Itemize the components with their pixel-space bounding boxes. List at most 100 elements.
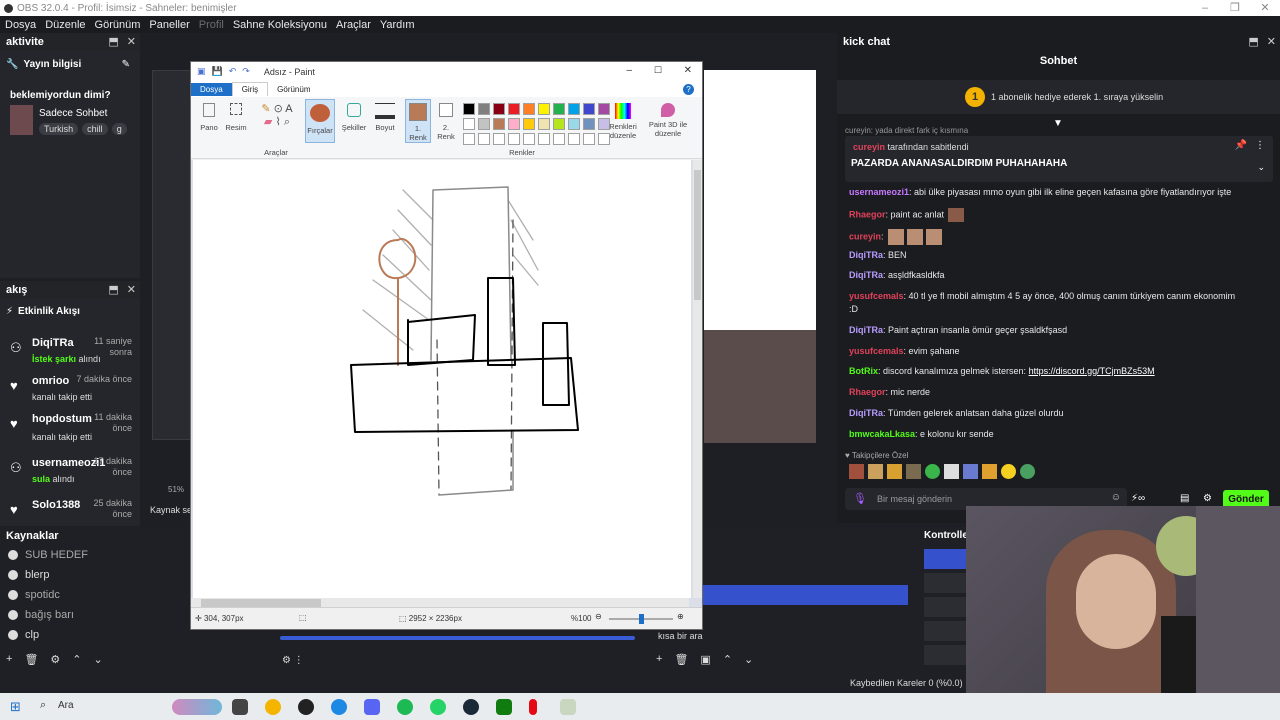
empty-swatch[interactable] — [508, 133, 520, 145]
menu-yardim[interactable]: Yardım — [380, 19, 415, 31]
widget-icon[interactable] — [172, 699, 222, 715]
microphone-icon[interactable]: 🎙 — [853, 492, 867, 505]
menu-gorunum[interactable]: Görünüm — [95, 19, 141, 31]
tag[interactable]: Turkish — [39, 123, 79, 135]
tag[interactable]: chill — [82, 123, 108, 135]
help-icon[interactable]: ? — [683, 84, 694, 95]
color-swatch[interactable] — [478, 118, 490, 130]
source-item[interactable]: blerp — [8, 569, 49, 581]
empty-swatch[interactable] — [553, 133, 565, 145]
color-swatch[interactable] — [463, 103, 475, 115]
close-icon[interactable]: ✕ — [127, 283, 136, 296]
windows-icon[interactable]: ⊞ — [10, 699, 21, 715]
color-swatch[interactable] — [538, 118, 550, 130]
fill-icon[interactable]: ⊙ — [274, 103, 283, 115]
emote[interactable] — [963, 464, 978, 479]
emote[interactable] — [887, 464, 902, 479]
empty-swatch[interactable] — [463, 133, 475, 145]
text-icon[interactable]: A — [285, 103, 292, 115]
save-icon[interactable]: ▤ — [1180, 493, 1189, 504]
pano-button[interactable]: Pano — [197, 103, 221, 132]
maximize-button[interactable]: ❐ — [1220, 0, 1250, 16]
save-icon[interactable]: 💾 — [212, 66, 223, 77]
search-icon[interactable]: ⌕ — [40, 699, 46, 712]
menu-profil[interactable]: Profil — [199, 19, 224, 31]
source-item[interactable]: spotidc — [8, 589, 60, 601]
color2-button[interactable]: 2. Renk — [434, 103, 458, 141]
color-swatch[interactable] — [568, 103, 580, 115]
vertical-scrollbar[interactable] — [693, 160, 702, 598]
discord-link[interactable]: https://discord.gg/TCjmBZs53M — [1029, 366, 1155, 376]
emote[interactable] — [1020, 464, 1035, 479]
steam-icon[interactable] — [463, 699, 479, 715]
chrome-icon[interactable] — [265, 699, 281, 715]
emote[interactable] — [868, 464, 883, 479]
redo-icon[interactable]: ↷ — [242, 66, 250, 77]
emote[interactable] — [944, 464, 959, 479]
paint-close-button[interactable]: ✕ — [684, 65, 692, 76]
emote[interactable] — [906, 464, 921, 479]
tab-gorunum[interactable]: Görünüm — [268, 83, 319, 96]
eye-icon[interactable] — [8, 610, 18, 620]
add-icon[interactable]: + — [656, 653, 662, 666]
edit-colors-button[interactable]: Renkleri düzenle — [607, 103, 639, 140]
zoom-in-icon[interactable]: ⊕ — [677, 612, 684, 621]
emote[interactable] — [982, 464, 997, 479]
whatsapp-icon[interactable] — [430, 699, 446, 715]
color-swatch[interactable] — [523, 118, 535, 130]
color-swatch[interactable] — [553, 118, 565, 130]
color-swatch[interactable] — [568, 118, 580, 130]
shapes-button[interactable]: Şekiller — [340, 103, 368, 132]
color-swatch[interactable] — [553, 103, 565, 115]
control-button[interactable] — [924, 573, 966, 593]
paint-taskbar-icon[interactable] — [560, 699, 576, 715]
empty-swatch[interactable] — [523, 133, 535, 145]
paint-minimize-button[interactable]: – — [626, 65, 632, 76]
paint3d-button[interactable]: Paint 3D ile düzenle — [643, 103, 693, 138]
control-button[interactable] — [924, 645, 966, 665]
edit-icon[interactable]: ✎ — [122, 59, 130, 70]
netflix-icon[interactable] — [529, 699, 537, 715]
color-swatch[interactable] — [508, 103, 520, 115]
chevron-down-icon[interactable]: ⌄ — [1257, 162, 1265, 173]
eye-icon[interactable] — [8, 570, 18, 580]
drawing-canvas[interactable] — [193, 160, 691, 598]
close-icon[interactable]: ✕ — [127, 35, 136, 48]
float-icon[interactable]: ⬒ — [1248, 35, 1258, 48]
selected-scene-row[interactable] — [702, 585, 908, 605]
color-swatch[interactable] — [583, 103, 595, 115]
start-stream-button[interactable] — [924, 549, 966, 569]
empty-swatch[interactable] — [538, 133, 550, 145]
add-icon[interactable]: + — [6, 653, 12, 666]
tab-giris[interactable]: Giriş — [231, 82, 269, 96]
size-button[interactable]: Boyut — [371, 103, 399, 132]
color-swatch[interactable] — [478, 103, 490, 115]
color1-button[interactable]: 1. Renk — [405, 99, 431, 143]
brushes-button[interactable]: Fırçalar — [305, 99, 335, 143]
source-item[interactable]: clp — [8, 629, 39, 641]
eye-icon[interactable] — [8, 590, 18, 600]
paint-maximize-button[interactable]: ☐ — [654, 65, 662, 76]
color-swatch[interactable] — [538, 103, 550, 115]
menu-duzenle[interactable]: Düzenle — [45, 19, 85, 31]
minimize-button[interactable]: – — [1190, 0, 1220, 16]
tab-dosya[interactable]: Dosya — [191, 82, 232, 96]
color-swatch[interactable] — [493, 103, 505, 115]
gear-icon[interactable]: ⚙ — [1203, 493, 1212, 504]
color-swatch[interactable] — [463, 118, 475, 130]
filter-icon[interactable]: ▣ — [700, 653, 710, 666]
source-item[interactable]: SUB HEDEF — [8, 549, 88, 561]
down-icon[interactable]: ⌄ — [744, 653, 753, 666]
resim-button[interactable]: Resim — [223, 103, 249, 132]
tag[interactable]: g — [111, 123, 127, 135]
volume-slider[interactable] — [280, 636, 635, 640]
color-swatch[interactable] — [523, 103, 535, 115]
edge-icon[interactable] — [331, 699, 347, 715]
source-item[interactable]: bağış barı — [8, 609, 74, 621]
menu-dosya[interactable]: Dosya — [5, 19, 36, 31]
trash-icon[interactable]: 🗑 — [24, 653, 38, 666]
close-icon[interactable]: ✕ — [1267, 35, 1276, 48]
spotify-icon[interactable] — [397, 699, 413, 715]
toolbar-icons[interactable]: ⚡∞ — [1131, 493, 1145, 504]
gear-icon[interactable]: ⚙ — [50, 653, 60, 666]
